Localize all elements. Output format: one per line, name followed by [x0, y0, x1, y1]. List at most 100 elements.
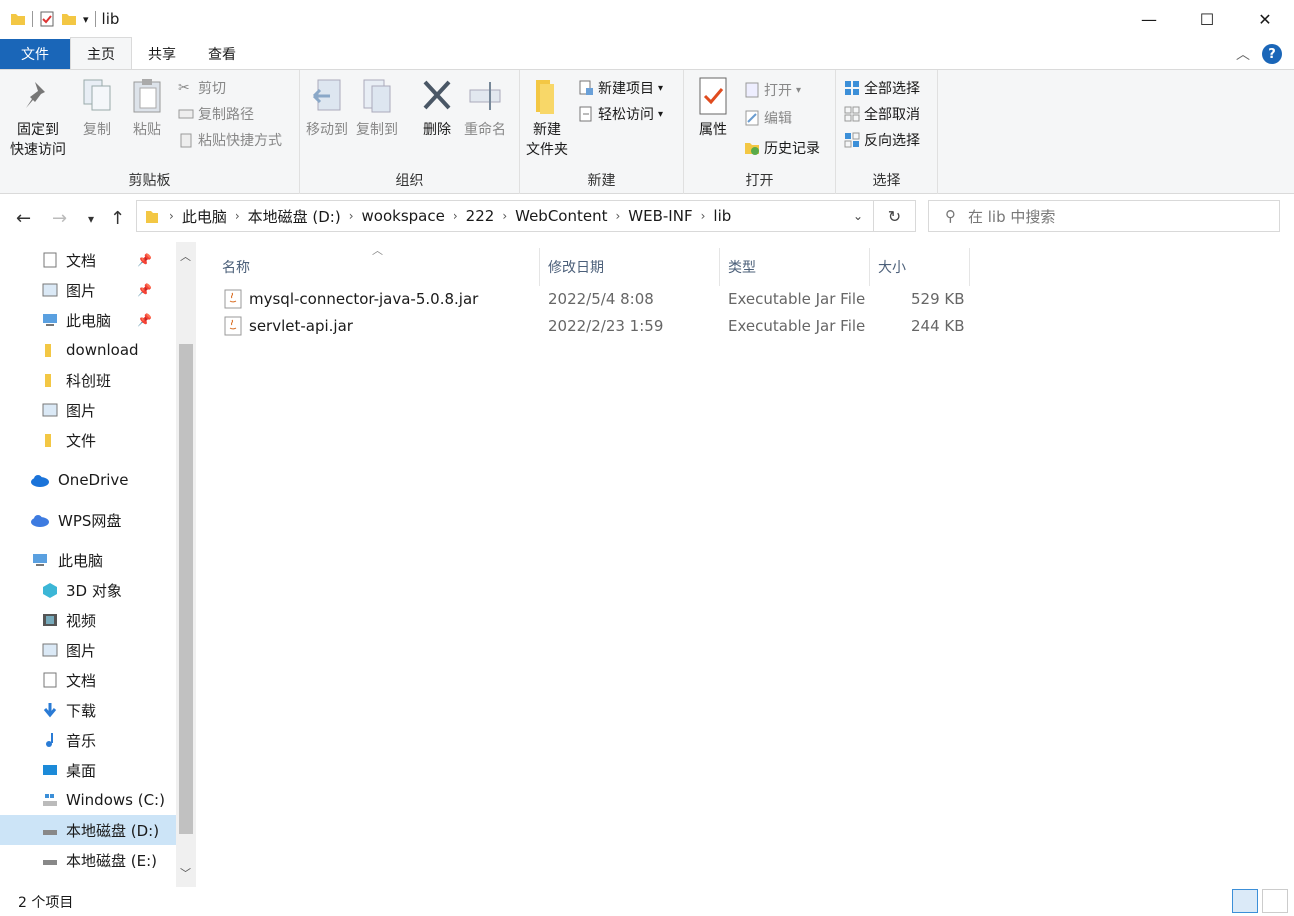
nav-item-videos[interactable]: 视频 — [42, 605, 96, 635]
scroll-down-icon[interactable]: ﹀ — [180, 865, 191, 881]
scroll-up-icon[interactable]: ︿ — [180, 248, 191, 264]
nav-item-label: 文档 — [66, 251, 97, 270]
cut-button[interactable]: ✂ 剪切 — [178, 76, 226, 100]
nav-item-desktop[interactable]: 桌面 — [42, 755, 96, 785]
pin-quick-access-button[interactable]: 固定到 快速访问 — [10, 76, 66, 160]
nav-item-label: 科创班 — [66, 371, 112, 390]
delete-label: 删除 — [423, 122, 451, 138]
tab-share[interactable]: 共享 — [132, 39, 192, 69]
recent-locations-icon[interactable]: ▾ — [88, 212, 94, 226]
rename-button[interactable]: 重命名 — [464, 76, 506, 140]
large-icons-view-button[interactable] — [1262, 889, 1288, 913]
up-arrow-icon[interactable]: ↑ — [110, 208, 125, 229]
nav-item-this-pc[interactable]: 此电脑 — [30, 545, 103, 575]
nav-item-pictures-2[interactable]: 图片 — [42, 395, 96, 425]
properties-button[interactable]: 属性 — [696, 76, 730, 140]
column-header-type[interactable]: 类型 — [720, 248, 870, 286]
clipboard-group-label: 剪贴板 — [128, 173, 171, 189]
nav-item-drive-e[interactable]: 本地磁盘 (E:) — [42, 845, 157, 875]
crumb-webcontent[interactable]: WebContent — [507, 207, 615, 225]
pin-icon[interactable]: 📌 — [137, 283, 152, 297]
select-none-button[interactable]: 全部取消 — [844, 102, 920, 126]
customize-dropdown-icon[interactable]: ▾ — [83, 13, 89, 26]
close-button[interactable]: ✕ — [1236, 0, 1294, 38]
cloud-icon — [31, 475, 49, 487]
column-header-name[interactable]: 名称 — [214, 248, 540, 286]
back-arrow-icon[interactable]: ← — [16, 208, 31, 229]
new-item-icon — [579, 80, 593, 95]
crumb-222[interactable]: 222 — [458, 207, 503, 225]
pin-icon[interactable]: 📌 — [137, 253, 152, 267]
nav-item-documents[interactable]: 文档 📌 — [42, 245, 176, 275]
column-header-size[interactable]: 大小 — [870, 248, 970, 286]
nav-item-pictures-3[interactable]: 图片 — [42, 635, 96, 665]
nav-item-label: 桌面 — [66, 761, 97, 780]
details-view-button[interactable] — [1232, 889, 1258, 913]
crumb-this-pc[interactable]: 此电脑 — [174, 206, 235, 227]
folder-icon[interactable] — [10, 11, 26, 27]
nav-item-this-pc-pinned[interactable]: 此电脑 📌 — [42, 305, 176, 335]
copy-to-button[interactable]: 复制到 — [356, 76, 398, 140]
nav-item-label: 此电脑 — [58, 551, 104, 570]
paste-button[interactable]: 粘贴 — [130, 76, 164, 140]
column-header-date[interactable]: 修改日期 — [540, 248, 720, 286]
nav-item-drive-d[interactable]: 本地磁盘 (D:) — [0, 815, 176, 845]
paste-shortcut-button[interactable]: 粘贴快捷方式 — [178, 128, 282, 152]
new-item-button[interactable]: 新建项目 ▾ — [578, 76, 663, 100]
pin-icon[interactable]: 📌 — [137, 313, 152, 327]
nav-item-pictures[interactable]: 图片 📌 — [42, 275, 176, 305]
copy-path-button[interactable]: 复制路径 — [178, 102, 254, 126]
crumb-wookspace[interactable]: wookspace — [354, 207, 453, 225]
open-label: 打开 — [764, 83, 792, 99]
move-to-button[interactable]: 移动到 — [306, 76, 348, 140]
nav-item-files[interactable]: 文件 — [42, 425, 96, 455]
properties-icon[interactable] — [39, 11, 55, 27]
tab-view[interactable]: 查看 — [192, 39, 252, 69]
nav-item-label: 3D 对象 — [66, 581, 122, 600]
maximize-button[interactable]: ☐ — [1178, 0, 1236, 38]
easy-access-button[interactable]: 轻松访问 ▾ — [578, 102, 663, 126]
tab-file[interactable]: 文件 — [0, 39, 70, 69]
nav-item-wps-drive[interactable]: WPS网盘 — [30, 505, 121, 535]
forward-arrow-icon[interactable]: → — [52, 208, 67, 229]
search-box[interactable]: ⚲ 在 lib 中搜索 — [928, 200, 1280, 232]
nav-item-music[interactable]: 音乐 — [42, 725, 96, 755]
nav-item-download[interactable]: download — [42, 335, 139, 365]
nav-item-drive-c[interactable]: Windows (C:) — [42, 785, 165, 815]
new-folder-button[interactable]: 新建 文件夹 — [526, 76, 568, 160]
nav-scrollbar[interactable]: ︿ ﹀ — [176, 242, 196, 887]
open-button[interactable]: 打开 ▾ — [744, 78, 801, 102]
refresh-button[interactable]: ↻ — [874, 200, 916, 232]
history-button[interactable]: 历史记录 — [744, 136, 820, 160]
minimize-button[interactable]: — — [1120, 0, 1178, 38]
nav-item-downloads[interactable]: 下载 — [42, 695, 96, 725]
computer-icon — [43, 314, 57, 326]
collapse-ribbon-icon[interactable]: ︿ — [1236, 44, 1250, 64]
nav-item-3d-objects[interactable]: 3D 对象 — [42, 575, 122, 605]
select-none-label: 全部取消 — [864, 107, 920, 123]
select-all-icon — [845, 81, 859, 95]
copy-button[interactable]: 复制 — [80, 76, 114, 140]
delete-button[interactable]: 删除 — [420, 76, 454, 140]
crumb-drive-d[interactable]: 本地磁盘 (D:) — [240, 206, 349, 227]
new-folder-icon[interactable] — [61, 11, 77, 27]
open-group: 属性 打开 ▾ 编辑 历史记录 打开 — [684, 70, 836, 194]
table-row[interactable]: mysql-connector-java-5.0.8.jar 2022/5/4 … — [218, 286, 978, 312]
select-all-button[interactable]: 全部选择 — [844, 76, 920, 100]
help-icon[interactable]: ? — [1262, 44, 1282, 64]
table-row[interactable]: servlet-api.jar 2022/2/23 1:59 Executabl… — [218, 313, 978, 339]
nav-item-onedrive[interactable]: OneDrive — [30, 465, 129, 495]
picture-icon — [42, 283, 58, 297]
history-icon — [745, 143, 759, 155]
tab-home[interactable]: 主页 — [70, 37, 132, 69]
nav-item-documents-2[interactable]: 文档 — [42, 665, 96, 695]
crumb-web-inf[interactable]: WEB-INF — [620, 207, 700, 225]
scrollbar-thumb[interactable] — [179, 344, 193, 834]
chevron-down-icon[interactable]: ⌄ — [853, 209, 863, 223]
nav-item-kechuangban[interactable]: 科创班 — [42, 365, 111, 395]
address-bar[interactable]: › 此电脑 › 本地磁盘 (D:) › wookspace › 222 › We… — [136, 200, 874, 232]
folder-icon — [146, 211, 158, 223]
invert-selection-button[interactable]: 反向选择 — [844, 128, 920, 152]
edit-button[interactable]: 编辑 — [744, 106, 792, 130]
crumb-lib[interactable]: lib — [705, 207, 739, 225]
